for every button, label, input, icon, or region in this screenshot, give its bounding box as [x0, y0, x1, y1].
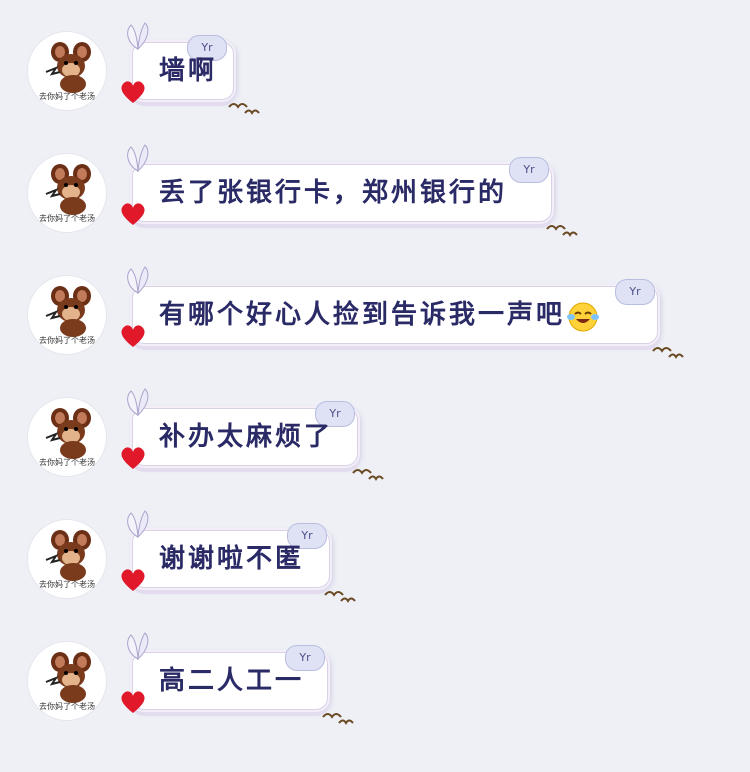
avatar[interactable]: 去你妈了个老汤 [28, 520, 106, 598]
message-bubble[interactable]: Yr 谢谢啦不匿 [121, 510, 356, 603]
message-row: 去你妈了个老汤 Yr 有哪个好心人捡到告诉我一声吧 [0, 246, 750, 359]
message-bubble[interactable]: Yr 有哪个好心人捡到告诉我一声吧 [121, 266, 684, 359]
message-row: 去你妈了个老汤 Yr 丢了张银行卡，郑州银行的 [0, 124, 750, 237]
butterfly-icon [123, 509, 153, 543]
avatar-caption: 去你妈了个老汤 [39, 214, 95, 223]
message-text: 丢了张银行卡，郑州银行的 [159, 178, 508, 208]
status-badge: Yr [509, 157, 549, 183]
tears-of-joy-emoji-icon [567, 297, 600, 331]
status-badge: Yr [615, 279, 655, 305]
heart-icon [119, 323, 147, 353]
avatar-caption: 去你妈了个老汤 [39, 92, 95, 101]
message-row: 去你妈了个老汤 Yr 谢谢啦不匿 [0, 490, 750, 603]
butterfly-icon [123, 631, 153, 665]
avatar[interactable]: 去你妈了个老汤 [28, 154, 106, 232]
birds-icon [651, 341, 685, 363]
message-text: 有哪个好心人捡到告诉我一声吧 [159, 287, 600, 343]
butterfly-icon [123, 21, 153, 55]
butterfly-icon [123, 387, 153, 421]
message-text: 补办太麻烦了 [159, 422, 334, 452]
message-text-content: 有哪个好心人捡到告诉我一声吧 [159, 300, 566, 330]
birds-icon [351, 463, 385, 485]
message-text: 谢谢啦不匿 [159, 544, 305, 574]
heart-icon [119, 567, 147, 597]
heart-icon [119, 445, 147, 475]
avatar-caption: 去你妈了个老汤 [39, 580, 95, 589]
heart-icon [119, 689, 147, 719]
avatar[interactable]: 去你妈了个老汤 [28, 276, 106, 354]
heart-icon [119, 201, 147, 231]
message-row: 去你妈了个老汤 Yr 墙啊 [0, 2, 750, 115]
avatar[interactable]: 去你妈了个老汤 [28, 398, 106, 476]
birds-icon [227, 97, 261, 119]
heart-icon [119, 79, 147, 109]
message-bubble[interactable]: Yr 丢了张银行卡，郑州银行的 [121, 144, 578, 237]
birds-icon [321, 707, 355, 729]
avatar-caption: 去你妈了个老汤 [39, 336, 95, 345]
butterfly-icon [123, 265, 153, 299]
avatar-caption: 去你妈了个老汤 [39, 702, 95, 711]
birds-icon [323, 585, 357, 607]
message-row: 去你妈了个老汤 Yr 补办太麻烦了 [0, 368, 750, 481]
butterfly-icon [123, 143, 153, 177]
message-text: 高二人工一 [159, 666, 305, 696]
message-bubble[interactable]: Yr 高二人工一 [121, 632, 354, 725]
message-bubble[interactable]: Yr 补办太麻烦了 [121, 388, 384, 481]
birds-icon [545, 219, 579, 241]
message-row: 去你妈了个老汤 Yr 高二人工一 [0, 612, 750, 725]
avatar[interactable]: 去你妈了个老汤 [28, 642, 106, 720]
message-text: 墙啊 [159, 56, 218, 86]
avatar[interactable]: 去你妈了个老汤 [28, 32, 106, 110]
avatar-caption: 去你妈了个老汤 [39, 458, 95, 467]
message-bubble[interactable]: Yr 墙啊 [121, 22, 260, 115]
